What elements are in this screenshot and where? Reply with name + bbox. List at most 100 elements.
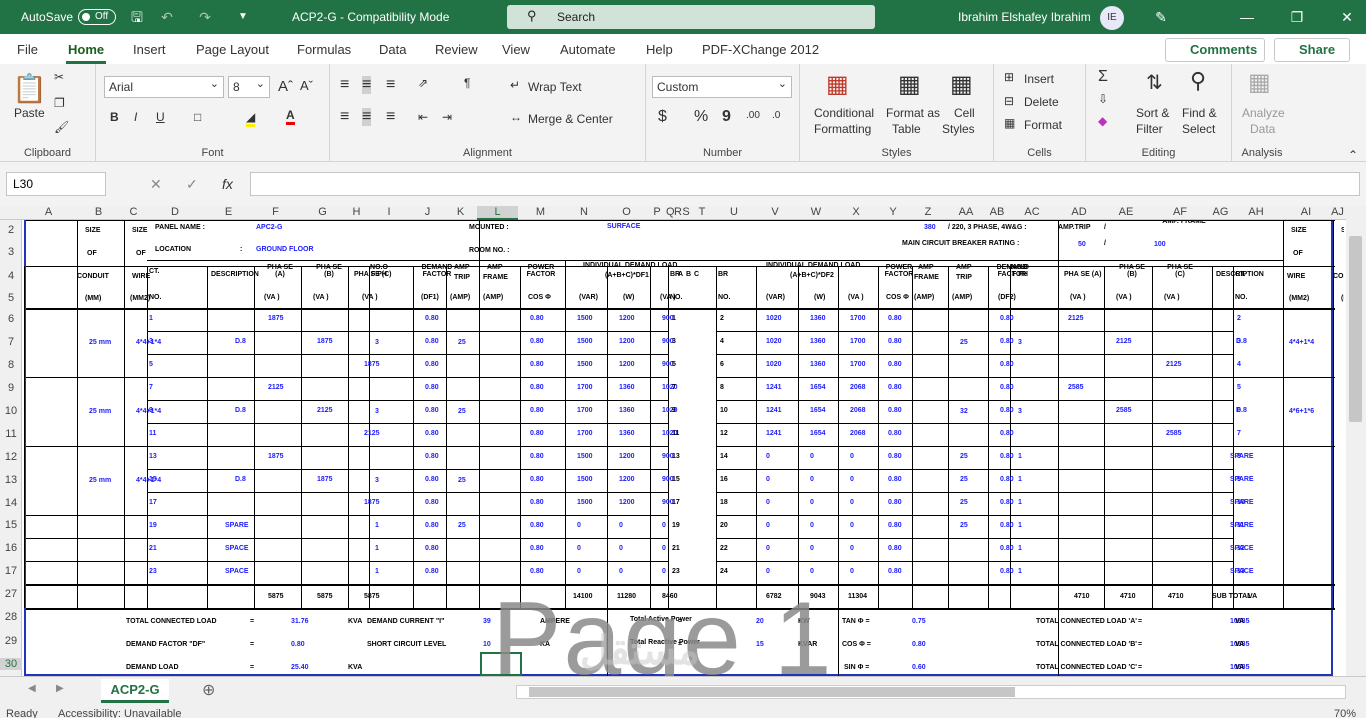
tab-review[interactable]: Review (435, 42, 478, 57)
comments-button[interactable]: Comments (1165, 38, 1265, 62)
merge-icon[interactable]: ↔ (510, 110, 522, 124)
paste-icon[interactable]: 📋 (12, 72, 47, 105)
cell-styles-icon[interactable]: ▦ (950, 70, 973, 99)
insert-function-icon[interactable]: fx (222, 176, 233, 192)
column-header[interactable]: AF (1150, 206, 1210, 218)
column-header[interactable]: Q (666, 206, 675, 218)
tab-pdf-xchange[interactable]: PDF-XChange 2012 (702, 42, 819, 57)
delete-cells-button[interactable]: Delete (1024, 95, 1059, 109)
column-header[interactable]: L (477, 206, 518, 220)
row-header[interactable]: 4 (0, 270, 22, 282)
analyze-data-button[interactable]: Analyze (1242, 106, 1285, 120)
column-header[interactable]: E (205, 206, 252, 218)
format-as-table-button-line2[interactable]: Table (892, 122, 921, 136)
column-header[interactable]: K (444, 206, 477, 218)
increase-indent-icon[interactable]: ⇥ (442, 110, 452, 124)
copy-icon[interactable]: ❐ (54, 96, 65, 110)
row-header[interactable]: 17 (0, 565, 22, 577)
row-header[interactable]: 3 (0, 246, 22, 258)
format-as-table-button[interactable]: Format as (886, 106, 940, 120)
column-header[interactable]: I (367, 206, 411, 218)
undo-icon[interactable]: ↶ (156, 6, 178, 28)
increase-decimal-icon[interactable]: .00 (746, 110, 760, 121)
new-sheet-icon[interactable]: ⊕ (202, 680, 215, 700)
row-header[interactable]: 10 (0, 405, 22, 417)
column-header[interactable]: V (754, 206, 796, 218)
decrease-indent-icon[interactable]: ⇤ (418, 110, 428, 124)
column-header[interactable]: AG (1210, 206, 1231, 218)
worksheet[interactable]: SIZE SIZE OF OF CONDUIT WIRE (MM) (MM2) PANEL NA… (22, 220, 1344, 676)
percent-icon[interactable]: % (694, 108, 708, 126)
tab-data[interactable]: Data (379, 42, 406, 57)
bold-icon[interactable]: B (110, 110, 119, 124)
autosave-toggle[interactable]: Off (78, 9, 116, 25)
column-header[interactable]: G (299, 206, 346, 218)
underline-icon[interactable]: U (156, 110, 165, 124)
find-select-icon[interactable]: ⚲ (1190, 68, 1206, 94)
conditional-formatting-button-line2[interactable]: Formatting (814, 122, 871, 136)
row-header[interactable]: 8 (0, 359, 22, 371)
row-header[interactable]: 12 (0, 451, 22, 463)
clear-icon[interactable]: ◆ (1098, 114, 1107, 128)
row-header[interactable]: 30 (0, 658, 22, 670)
sheet-tab-acp2-g[interactable]: ACP2-G (101, 679, 169, 703)
cell-styles-button-line2[interactable]: Styles (942, 122, 975, 136)
tab-formulas[interactable]: Formulas (297, 42, 351, 57)
column-header[interactable]: AI (1281, 206, 1331, 218)
row-header[interactable]: 9 (0, 382, 22, 394)
align-middle-icon[interactable]: ≡ (362, 76, 372, 94)
pen-icon[interactable]: ✎ (1150, 6, 1172, 28)
align-center-icon[interactable]: ≡ (362, 108, 372, 126)
find-select-button-line2[interactable]: Select (1182, 122, 1215, 136)
redo-icon[interactable]: ↷ (194, 6, 216, 28)
cut-icon[interactable]: ✂ (54, 70, 64, 84)
insert-cells-icon[interactable]: ⊞ (1004, 70, 1014, 84)
column-header[interactable]: AC (1008, 206, 1056, 218)
sort-filter-button-line2[interactable]: Filter (1136, 122, 1163, 136)
column-header[interactable]: J (411, 206, 444, 218)
column-header[interactable]: B (75, 206, 122, 218)
autosum-icon[interactable]: Σ (1098, 68, 1108, 86)
decrease-font-icon[interactable]: Aˇ (300, 78, 313, 93)
tab-home[interactable]: Home (68, 42, 104, 57)
row-header[interactable]: 28 (0, 611, 22, 623)
tab-page-layout[interactable]: Page Layout (196, 42, 269, 57)
tab-file[interactable]: File (17, 42, 38, 57)
name-box[interactable]: L30 (6, 172, 106, 196)
column-header[interactable]: R (674, 206, 682, 218)
format-cells-button[interactable]: Format (1024, 118, 1062, 132)
column-header[interactable]: H (346, 206, 367, 218)
customize-qat-icon[interactable]: ▼ (232, 6, 254, 28)
fill-color-icon[interactable]: ◢ (246, 110, 256, 127)
column-header[interactable]: O (605, 206, 648, 218)
analyze-data-button-line2[interactable]: Data (1250, 122, 1275, 136)
column-header[interactable]: AD (1056, 206, 1102, 218)
row-header[interactable]: 29 (0, 635, 22, 647)
format-as-table-icon[interactable]: ▦ (898, 70, 921, 99)
column-header[interactable]: AA (946, 206, 986, 218)
format-cells-icon[interactable]: ▦ (1004, 116, 1015, 130)
comma-icon[interactable]: 9 (722, 108, 731, 126)
row-header[interactable]: 14 (0, 497, 22, 509)
column-header[interactable]: P (648, 206, 666, 218)
insert-cells-button[interactable]: Insert (1024, 72, 1054, 86)
sort-filter-icon[interactable]: ⇅ (1146, 70, 1163, 95)
prev-sheet-icon[interactable]: ◀ (28, 683, 36, 694)
row-header[interactable]: 16 (0, 542, 22, 554)
format-painter-icon[interactable]: 🖌 (54, 120, 69, 134)
close-icon[interactable]: ✕ (1336, 6, 1358, 28)
column-header[interactable]: AE (1102, 206, 1150, 218)
merge-center-button[interactable]: Merge & Center (528, 112, 613, 126)
font-size-select[interactable]: 8 (228, 74, 270, 98)
column-header[interactable]: D (145, 206, 205, 218)
decrease-decimal-icon[interactable]: .0 (772, 110, 780, 121)
column-header[interactable]: W (796, 206, 836, 218)
column-header[interactable]: S (682, 206, 690, 218)
column-header[interactable]: Y (876, 206, 910, 218)
formula-input[interactable] (250, 172, 1360, 196)
column-header[interactable]: X (836, 206, 876, 218)
rtl-icon[interactable]: ¶ (464, 76, 470, 90)
enter-icon[interactable]: ✓ (186, 176, 198, 193)
row-header[interactable]: 15 (0, 519, 22, 531)
italic-icon[interactable]: I (134, 110, 137, 124)
